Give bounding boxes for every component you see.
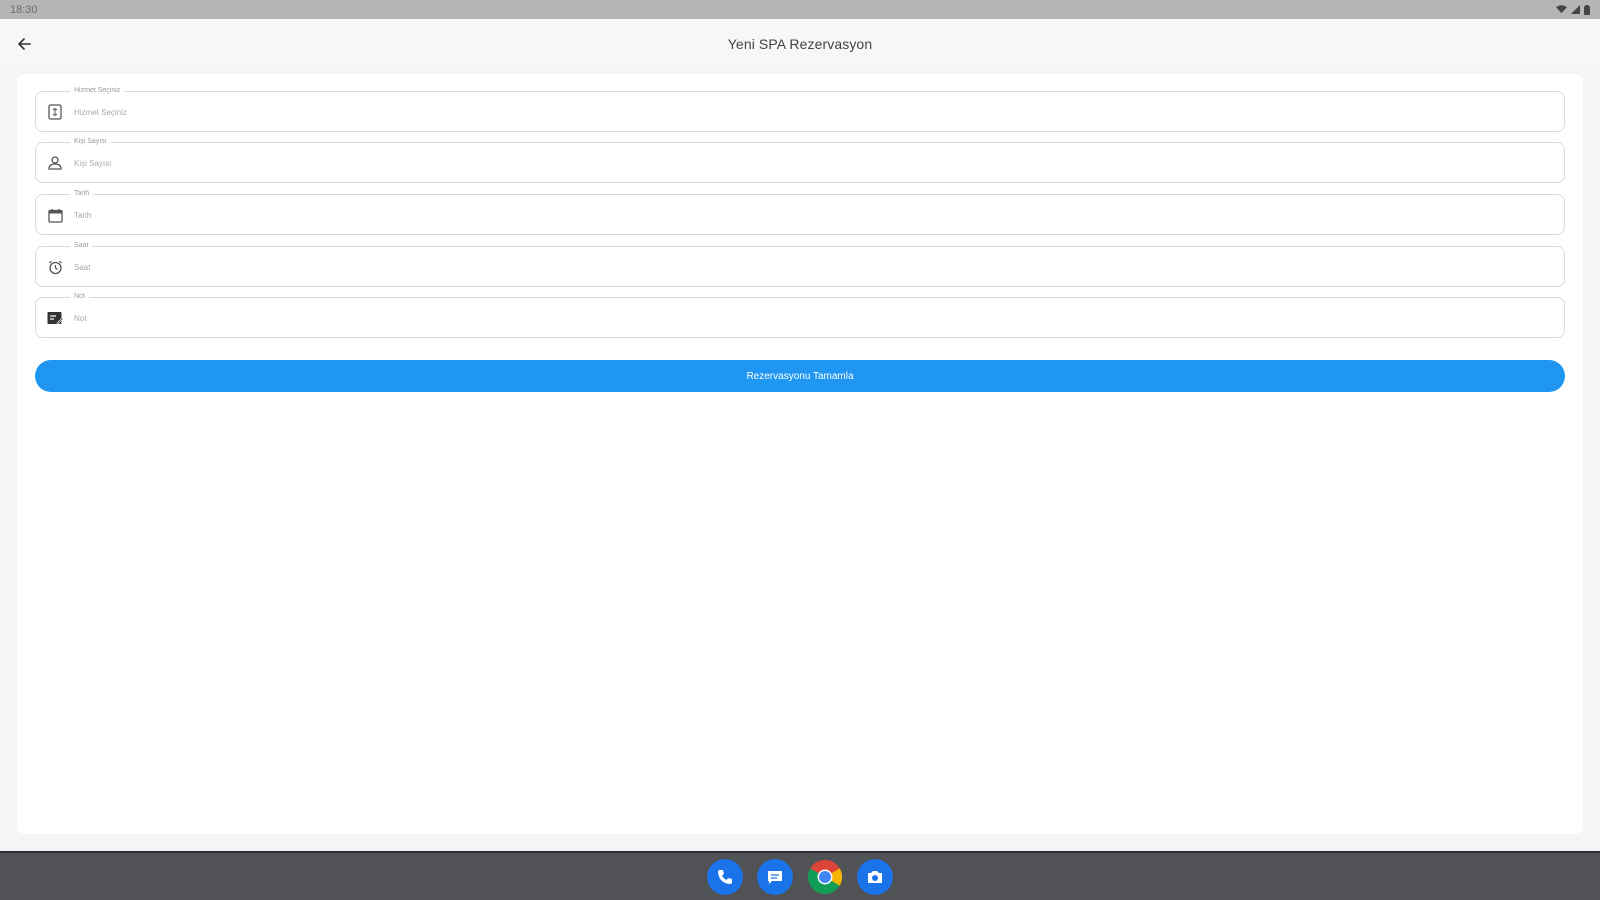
battery-icon	[1584, 4, 1590, 15]
wifi-icon	[1556, 5, 1567, 14]
messages-icon[interactable]	[757, 858, 793, 895]
time-field[interactable]: Saat	[35, 241, 1565, 287]
status-time: 18:30	[10, 3, 38, 16]
status-icons	[1556, 4, 1590, 15]
receipt-icon	[46, 103, 64, 121]
taskbar-dock	[0, 851, 1600, 900]
note-field-label: Not	[70, 292, 89, 302]
date-field[interactable]: Tarih	[35, 189, 1565, 235]
clock-icon	[46, 258, 64, 276]
time-field-label: Saat	[70, 241, 93, 251]
signal-icon	[1571, 5, 1580, 14]
service-select-field[interactable]: Hizmet Seçiniz	[35, 86, 1565, 132]
service-field-label: Hizmet Seçiniz	[70, 86, 125, 96]
person-count-input[interactable]	[74, 151, 1554, 175]
status-bar: 18:30	[0, 0, 1600, 19]
page-title: Yeni SPA Rezervasyon	[727, 36, 873, 52]
date-input[interactable]	[74, 203, 1554, 227]
camera-icon[interactable]	[857, 858, 893, 895]
back-button[interactable]	[12, 32, 36, 56]
complete-reservation-button[interactable]: Rezervasyonu Tamamla	[35, 360, 1565, 392]
arrow-back-icon	[18, 38, 31, 50]
chrome-icon[interactable]	[807, 859, 843, 895]
note-field[interactable]: Not	[35, 292, 1565, 338]
person-count-field[interactable]: Kişi Sayısı	[35, 137, 1565, 183]
reservation-form-card: Hizmet Seçiniz Kişi Sayısı Tarih	[17, 74, 1583, 834]
service-input[interactable]	[74, 100, 1554, 124]
time-input[interactable]	[74, 255, 1554, 279]
note-input[interactable]	[74, 306, 1554, 330]
phone-icon[interactable]	[707, 858, 743, 895]
calendar-icon	[46, 206, 64, 224]
person-count-label: Kişi Sayısı	[70, 137, 111, 147]
person-icon	[46, 154, 64, 172]
app-bar: Yeni SPA Rezervasyon	[0, 19, 1600, 69]
note-icon	[46, 309, 64, 327]
date-field-label: Tarih	[70, 189, 94, 199]
